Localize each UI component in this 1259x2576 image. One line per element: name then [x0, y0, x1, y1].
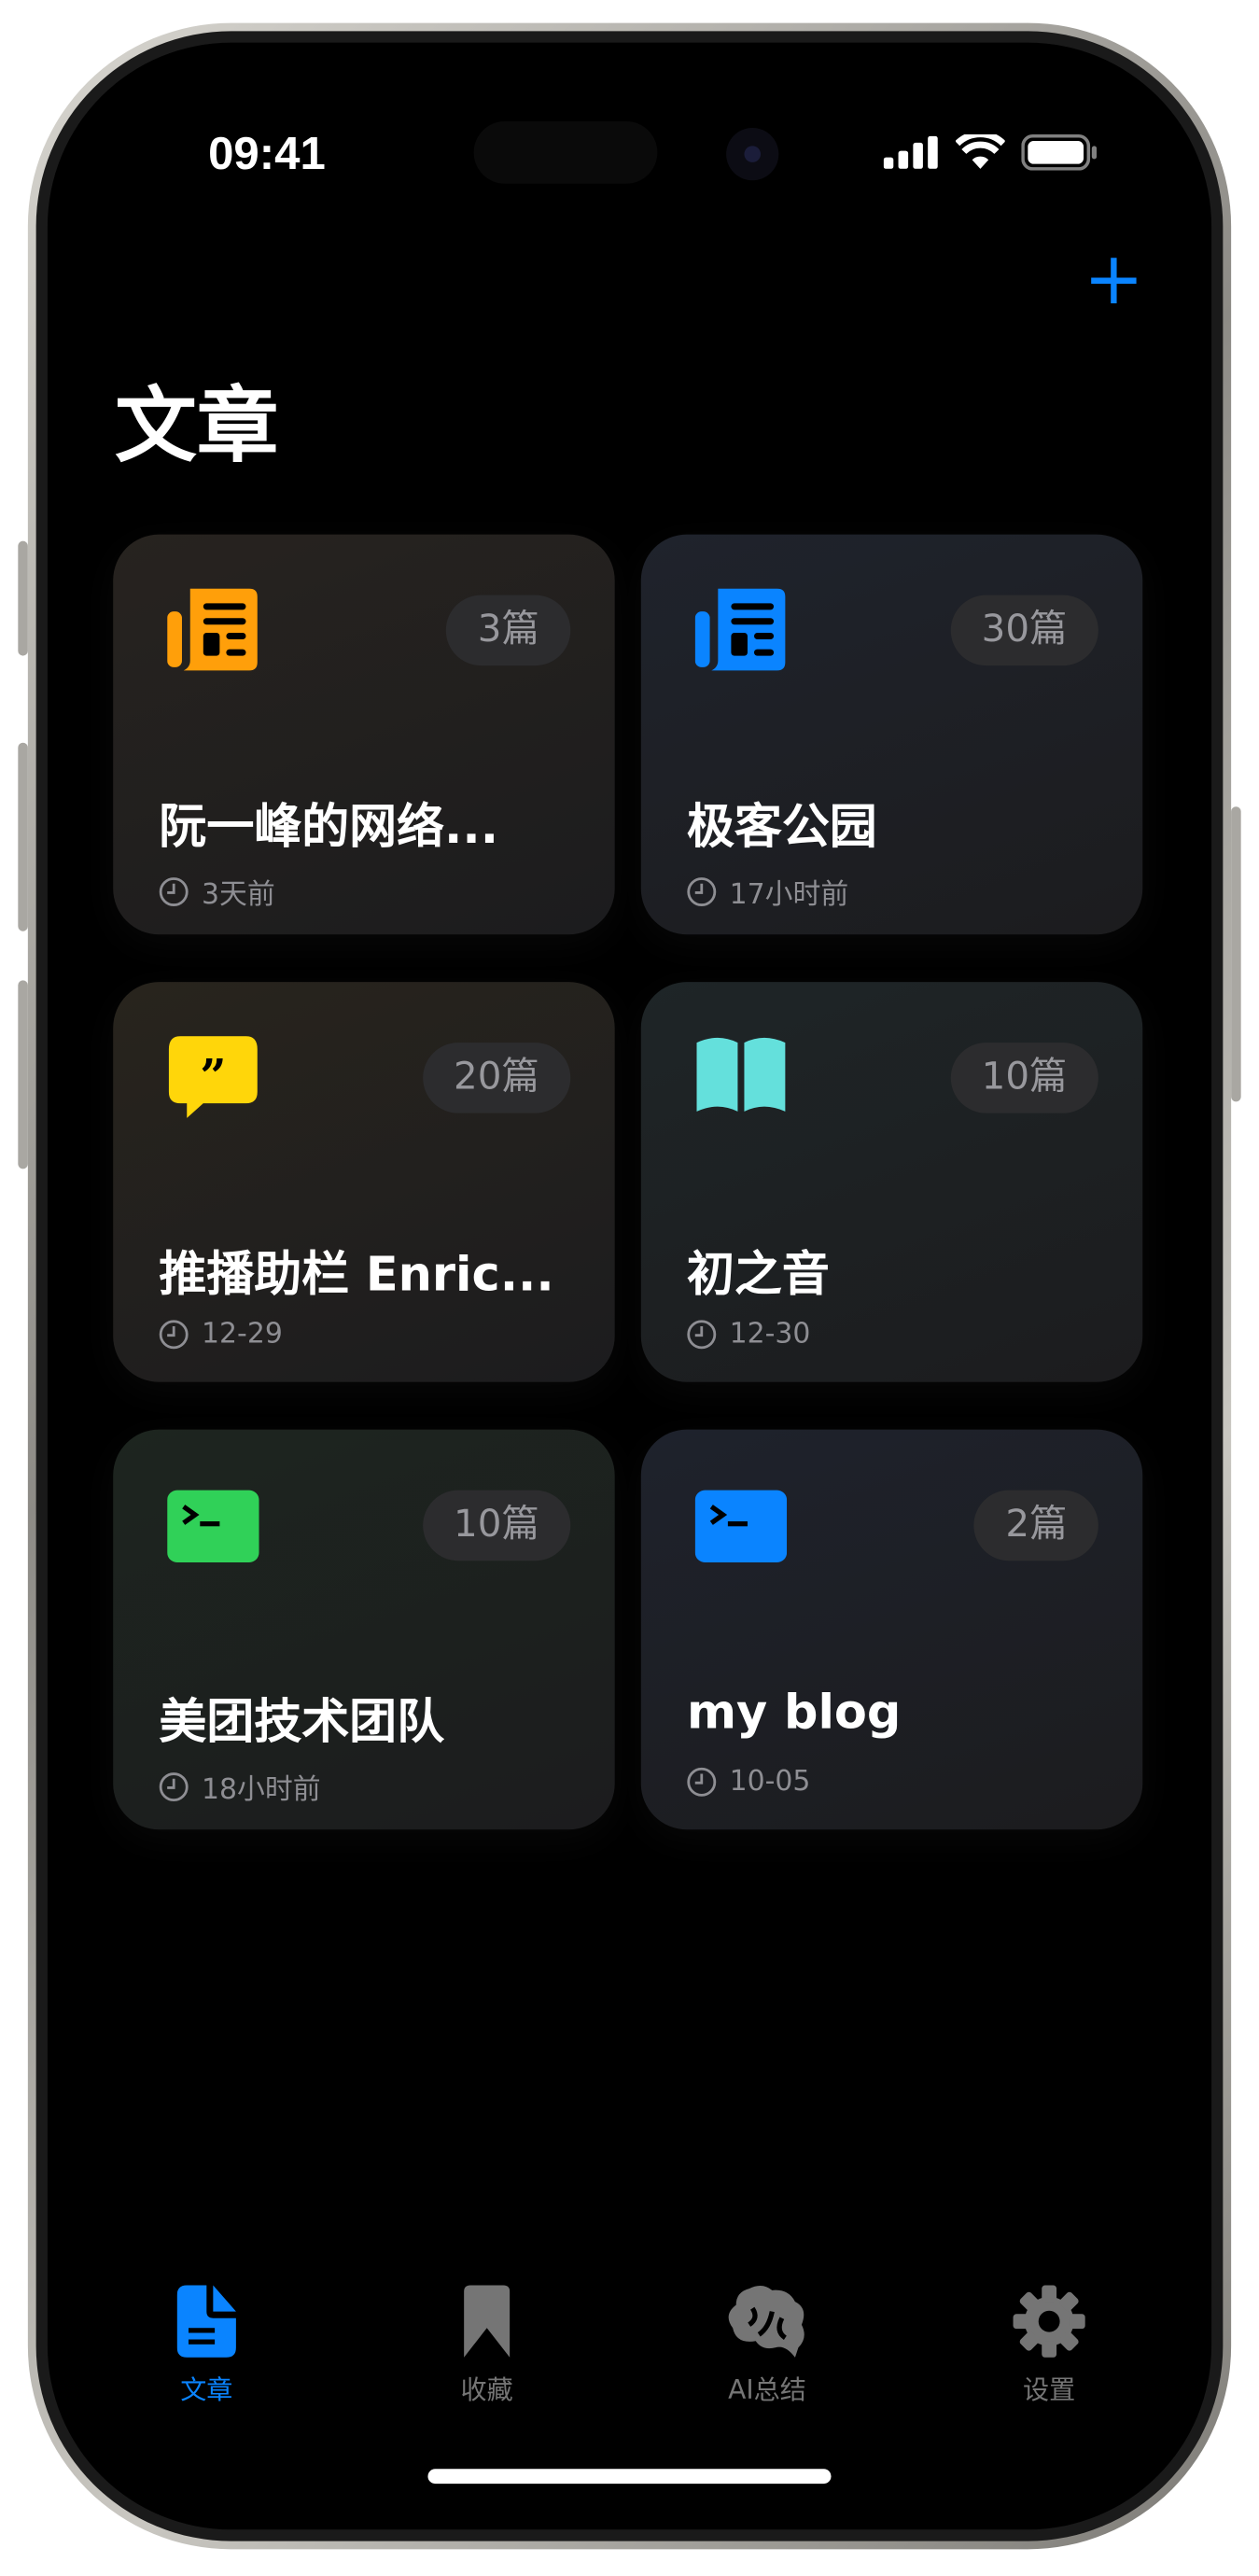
camera: [726, 128, 779, 181]
terminal-icon: [694, 1484, 788, 1569]
feed-title: 初之音: [686, 1245, 830, 1302]
updated-time: 17小时前: [687, 871, 848, 912]
tab-label: 收藏: [460, 2373, 513, 2405]
feed-title: 极客公园: [686, 798, 877, 855]
action-button: [18, 540, 28, 656]
feed-card[interactable]: 10篇 初之音 12-30: [640, 982, 1143, 1382]
dynamic-island: [473, 120, 658, 184]
signal-icon: [883, 135, 938, 169]
svg-text:”: ”: [200, 1049, 226, 1103]
book-icon: [695, 1036, 787, 1121]
status-icons: [883, 134, 1098, 171]
feed-title: 阮一峰的网络...: [159, 798, 499, 855]
tab-label: 设置: [1023, 2373, 1076, 2405]
quote-bubble-icon: ”: [167, 1036, 259, 1121]
updated-time-text: 12-29: [202, 1318, 283, 1351]
clock-icon: [159, 1771, 189, 1801]
bookmark-icon: [464, 2285, 511, 2358]
updated-time: 3天前: [159, 871, 275, 912]
article-count-badge: 20篇: [422, 1043, 571, 1113]
battery-icon: [1021, 134, 1098, 171]
updated-time-text: 3天前: [202, 878, 275, 912]
clock-icon: [687, 1767, 717, 1797]
updated-time: 10-05: [687, 1766, 810, 1799]
updated-time: 18小时前: [159, 1766, 321, 1807]
gear-icon: [1013, 2285, 1085, 2358]
clock-icon: [687, 876, 717, 906]
wifi-icon: [956, 134, 1005, 169]
feed-card[interactable]: 30篇 极客公园 17小时前: [640, 534, 1143, 935]
updated-time-text: 12-30: [729, 1318, 811, 1351]
feed-title: 推播助栏 Enric...: [159, 1245, 554, 1302]
volume-down-button: [18, 980, 28, 1169]
article-count-badge: 3篇: [446, 595, 571, 666]
feed-card[interactable]: 10篇 美团技术团队 18小时前: [113, 1429, 615, 1830]
tab-ai-summary[interactable]: AI总结: [669, 2285, 866, 2407]
article-count-badge: 30篇: [950, 595, 1098, 666]
article-count-badge: 10篇: [950, 1043, 1098, 1113]
feed-card[interactable]: 2篇 my blog 10-05: [640, 1429, 1143, 1830]
updated-time: 12-29: [159, 1318, 283, 1351]
status-time: 09:41: [208, 128, 326, 179]
article-count-badge: 10篇: [422, 1490, 571, 1561]
device: 09:41 + 文章 3篇 阮一峰的网络... 3天前 30篇 极客公园 17小…: [0, 0, 1259, 2575]
screen: 09:41 + 文章 3篇 阮一峰的网络... 3天前 30篇 极客公园 17小…: [47, 42, 1212, 2530]
clock-icon: [687, 1320, 717, 1350]
feed-card[interactable]: ” 20篇 推播助栏 Enric... 12-29: [113, 982, 615, 1382]
feed-title: my blog: [686, 1683, 902, 1740]
newspaper-icon: [167, 588, 259, 674]
terminal-icon: [167, 1484, 259, 1569]
updated-time-text: 18小时前: [202, 1773, 321, 1807]
add-feed-button[interactable]: +: [1084, 244, 1144, 315]
article-count-badge: 2篇: [973, 1490, 1098, 1561]
tab-settings[interactable]: 设置: [951, 2285, 1148, 2407]
tab-label: AI总结: [728, 2373, 806, 2405]
feed-card[interactable]: 3篇 阮一峰的网络... 3天前: [113, 534, 615, 935]
tab-label: 文章: [180, 2373, 233, 2405]
brain-icon: [728, 2285, 804, 2358]
volume-up-button: [18, 742, 28, 931]
clock-icon: [159, 1320, 189, 1350]
updated-time-text: 10-05: [729, 1765, 811, 1799]
home-indicator[interactable]: [427, 2469, 832, 2485]
tab-articles[interactable]: 文章: [108, 2285, 305, 2407]
tab-favorites[interactable]: 收藏: [388, 2285, 585, 2407]
clock-icon: [159, 876, 189, 906]
feed-title: 美团技术团队: [159, 1693, 445, 1750]
updated-time: 12-30: [687, 1318, 810, 1351]
updated-time-text: 17小时前: [729, 878, 849, 912]
plus-icon: +: [1084, 237, 1144, 322]
document-icon: [176, 2285, 236, 2358]
power-button: [1231, 806, 1241, 1102]
newspaper-icon: [694, 588, 787, 674]
page-title: 文章: [114, 378, 279, 474]
